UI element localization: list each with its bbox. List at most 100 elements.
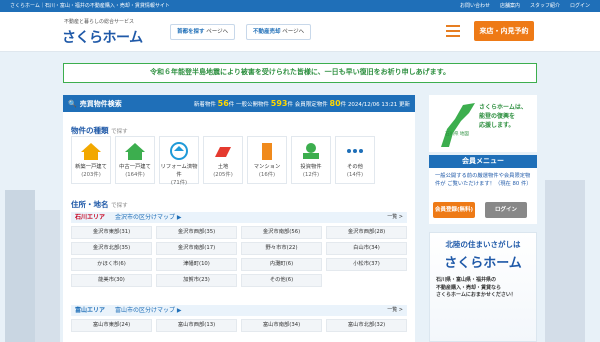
search-title: 売買物件検索 <box>79 99 122 108</box>
login-button[interactable]: ログイン <box>485 202 527 218</box>
member-count-label: 会員限定物件 <box>294 102 328 108</box>
area-list-link[interactable]: 一覧 > <box>387 305 403 316</box>
city-link[interactable]: 加賀市(23) <box>156 274 237 287</box>
promo-text-line: 不動産購入・売却・賃貸なら <box>436 284 502 291</box>
city-link[interactable]: 金沢市西部(28) <box>326 226 407 239</box>
sell-button[interactable]: 不動産売却 ページへ <box>246 24 312 40</box>
ishikawa-map-icon <box>441 103 475 147</box>
property-type-list: 新築一戸建て (203件) 中古一戸建て (164件) リフォーム済物件 (71件) … <box>71 136 375 186</box>
city-link[interactable]: その他(6) <box>241 274 322 287</box>
type-mansion[interactable]: マンション (16件) <box>247 136 287 184</box>
buy-search-button[interactable]: 首都を探す ページへ <box>170 24 236 40</box>
general-count: 593 <box>270 99 288 108</box>
city-link[interactable]: 金沢市西部(35) <box>156 226 237 239</box>
new-house-icon <box>72 140 110 162</box>
reserve-visit-button[interactable]: 来店・内見予約 <box>474 21 534 41</box>
city-link[interactable]: 富山市西部(13) <box>156 319 237 332</box>
city-link[interactable]: 富山市南部(34) <box>241 319 322 332</box>
promo-line-1: 北陸の住まいさがしは <box>445 240 521 249</box>
support-line: さくらホームは、 <box>479 104 527 111</box>
type-renovated[interactable]: リフォーム済物件 (71件) <box>159 136 199 186</box>
support-line: 能登の復興を <box>479 113 516 120</box>
promo-text: 石川県・富山県・福井県の 不動産購入・売却・賃貸なら さくらホームにおまかせくだ… <box>436 277 530 300</box>
promo-text-line: 石川県・富山県・福井県の <box>436 277 497 283</box>
type-land[interactable]: 土地 (205件) <box>203 136 243 184</box>
area-name: 石川エリア <box>75 214 106 221</box>
city-link[interactable]: かほく市(6) <box>71 258 152 271</box>
background-building <box>35 210 60 342</box>
type-count: (71件) <box>170 180 188 186</box>
member-menu: 一般公開する前の厳選物件や会員限定物件が ご覧いただけます！（現在 80 件） … <box>429 168 537 224</box>
promo-banner[interactable]: 北陸の住まいさがしは さくらホーム 石川県・富山県・福井県の 不動産購入・売却・… <box>429 232 537 342</box>
type-count: (203件) <box>81 172 101 178</box>
background-building <box>545 180 585 342</box>
city-link[interactable]: 富山市北部(32) <box>326 319 407 332</box>
type-count: (14件) <box>346 172 364 178</box>
city-link[interactable]: 小松市(37) <box>326 258 407 271</box>
map-caption: 石川県 地図 <box>445 132 469 137</box>
member-count: 80 <box>329 99 341 108</box>
type-label: 中古一戸建て <box>119 164 151 170</box>
logo-subtitle: 不動産と暮らしの総合サービス <box>64 19 135 25</box>
type-investment[interactable]: 投資物件 (12件) <box>291 136 331 184</box>
member-menu-title: 会員メニュー <box>429 155 537 168</box>
ishikawa-city-grid: 金沢市東部(31) 金沢市西部(35) 金沢市南部(56) 金沢市西部(28) … <box>71 226 407 287</box>
area-map-link[interactable]: 金沢市の区分けマップ ▶ <box>115 214 182 221</box>
area-name: 富山エリア <box>75 307 106 314</box>
city-link[interactable]: 金沢市南部(17) <box>156 242 237 255</box>
city-link[interactable]: 内灘町(6) <box>241 258 322 271</box>
store-link[interactable]: 店舗案内 <box>500 0 520 12</box>
search-icon: 🔍 <box>68 99 77 108</box>
area-section-title: 住所・地名 で探す <box>71 199 128 210</box>
area-map-link[interactable]: 富山市の区分けマップ ▶ <box>115 307 182 314</box>
promo-text-line: さくらホームにおまかせください！ <box>436 292 516 298</box>
type-used-house[interactable]: 中古一戸建て (164件) <box>115 136 155 184</box>
area-section-hint: で探す <box>111 203 128 209</box>
login-link[interactable]: ログイン <box>570 0 590 12</box>
type-other[interactable]: その他 (14件) <box>335 136 375 184</box>
new-count-unit: 件 <box>228 102 235 108</box>
land-icon <box>204 140 242 162</box>
city-link[interactable]: 白山市(34) <box>326 242 407 255</box>
type-count: (205件) <box>213 172 233 178</box>
area-list-link[interactable]: 一覧 > <box>387 212 403 223</box>
hamburger-menu-icon[interactable] <box>446 25 460 37</box>
city-link[interactable]: 金沢市北部(35) <box>71 242 152 255</box>
toyama-city-grid: 富山市東部(24) 富山市西部(13) 富山市南部(34) 富山市北部(32) <box>71 319 407 332</box>
type-label: リフォーム済物件 <box>160 164 198 178</box>
type-label: 新築一戸建て <box>75 164 107 170</box>
city-link[interactable]: 富山市東部(24) <box>71 319 152 332</box>
sell-page-label: ページへ <box>282 29 305 35</box>
ishikawa-area-header: 石川エリア 金沢市の区分けマップ ▶ 一覧 > <box>71 212 407 223</box>
noto-support-banner[interactable]: さくらホームは、 能登の復興を 応援します。 石川県 地図 <box>429 95 537 152</box>
buy-label: 首都を探す <box>177 29 205 35</box>
staff-link[interactable]: スタッフ紹介 <box>530 0 560 12</box>
type-count: (16件) <box>258 172 276 178</box>
logo[interactable]: さくらホーム <box>62 27 143 47</box>
top-bar: さくらホーム｜石川・富山・福井の不動産購入・売却・賃貸情報サイト お問い合わせ … <box>0 0 600 12</box>
city-link[interactable]: 金沢市南部(56) <box>241 226 322 239</box>
city-link[interactable]: 野々市市(22) <box>241 242 322 255</box>
city-link[interactable]: 金沢市東部(31) <box>71 226 152 239</box>
sidebar: さくらホームは、 能登の復興を 応援します。 石川県 地図 <box>429 95 537 152</box>
buy-page-label: ページへ <box>206 29 229 35</box>
type-label: その他 <box>347 164 363 170</box>
city-link[interactable]: 津幡町(10) <box>156 258 237 271</box>
type-new-house[interactable]: 新築一戸建て (203件) <box>71 136 111 184</box>
type-section-hint: で探す <box>111 129 128 135</box>
header: 不動産と暮らしの総合サービス さくらホーム 首都を探す ページへ 不動産売却 ペ… <box>0 12 600 52</box>
sell-label: 不動産売却 <box>253 29 281 35</box>
used-house-icon <box>116 140 154 162</box>
contact-link[interactable]: お問い合わせ <box>460 0 490 12</box>
register-button[interactable]: 会員登録(無料) <box>433 202 475 218</box>
investment-icon <box>292 140 330 162</box>
new-count: 56 <box>217 99 229 108</box>
type-section-label: 物件の種類 <box>71 126 109 135</box>
site-tagline: さくらホーム｜石川・富山・福井の不動産購入・売却・賃貸情報サイト <box>10 3 170 9</box>
property-counts: 新着物件 56件 一般公開物件 593件 会員限定物件 80件 2024/12/… <box>194 99 410 108</box>
renovated-icon <box>160 140 198 162</box>
city-link[interactable]: 能美市(30) <box>71 274 152 287</box>
support-text: さくらホームは、 能登の復興を 応援します。 <box>479 103 527 130</box>
toyama-area-header: 富山エリア 富山市の区分けマップ ▶ 一覧 > <box>71 305 407 316</box>
updated-time: 2024/12/06 13:21 更新 <box>347 102 410 108</box>
